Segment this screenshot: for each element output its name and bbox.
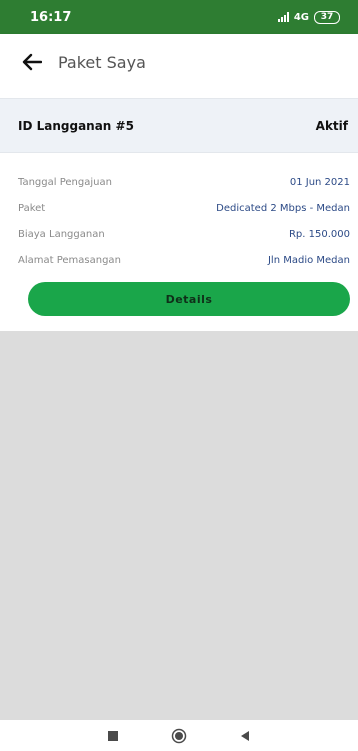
back-button[interactable] [20, 50, 44, 74]
subscription-status: Aktif [315, 118, 348, 133]
battery-level: 37 [320, 12, 334, 22]
battery-icon: 37 [314, 10, 340, 24]
detail-value: 01 Jun 2021 [289, 176, 350, 188]
subscription-id: ID Langganan #5 [18, 118, 134, 133]
detail-value: Jln Madio Medan [267, 254, 350, 266]
network-type: 4G [293, 11, 309, 23]
detail-row-fee: Biaya Langganan Rp. 150.000 [18, 221, 350, 247]
triangle-back-icon [241, 730, 249, 741]
status-time: 16:17 [30, 9, 72, 25]
detail-row-address: Alamat Pemasangan Jln Madio Medan [18, 247, 350, 273]
page-title: Paket Saya [58, 52, 146, 72]
system-nav-bar [0, 720, 358, 751]
square-icon [108, 730, 118, 741]
status-bar: 16:17 4G 37 [0, 0, 358, 34]
detail-value: Dedicated 2 Mbps - Medan [216, 202, 350, 214]
nav-back-button[interactable] [233, 724, 257, 748]
app-bar: Paket Saya [0, 34, 358, 90]
nav-recent-button[interactable] [101, 724, 125, 748]
details-button[interactable]: Details [28, 282, 350, 316]
signal-icon [277, 12, 289, 22]
detail-label: Tanggal Pengajuan [18, 176, 112, 188]
arrow-left-icon [22, 53, 42, 71]
detail-label: Paket [18, 202, 46, 214]
status-indicators: 4G 37 [277, 10, 340, 24]
subscription-header: ID Langganan #5 Aktif [0, 98, 358, 153]
detail-value: Rp. 150.000 [288, 228, 350, 240]
subscription-details: Tanggal Pengajuan 01 Jun 2021 Paket Dedi… [0, 169, 358, 273]
detail-row-package: Paket Dedicated 2 Mbps - Medan [18, 195, 350, 221]
subscription-card: ID Langganan #5 Aktif Tanggal Pengajuan … [0, 90, 358, 331]
detail-label: Biaya Langganan [18, 228, 105, 240]
detail-row-submission-date: Tanggal Pengajuan 01 Jun 2021 [18, 169, 350, 195]
circle-icon [171, 728, 187, 743]
detail-label: Alamat Pemasangan [18, 254, 121, 266]
nav-home-button[interactable] [167, 724, 191, 748]
